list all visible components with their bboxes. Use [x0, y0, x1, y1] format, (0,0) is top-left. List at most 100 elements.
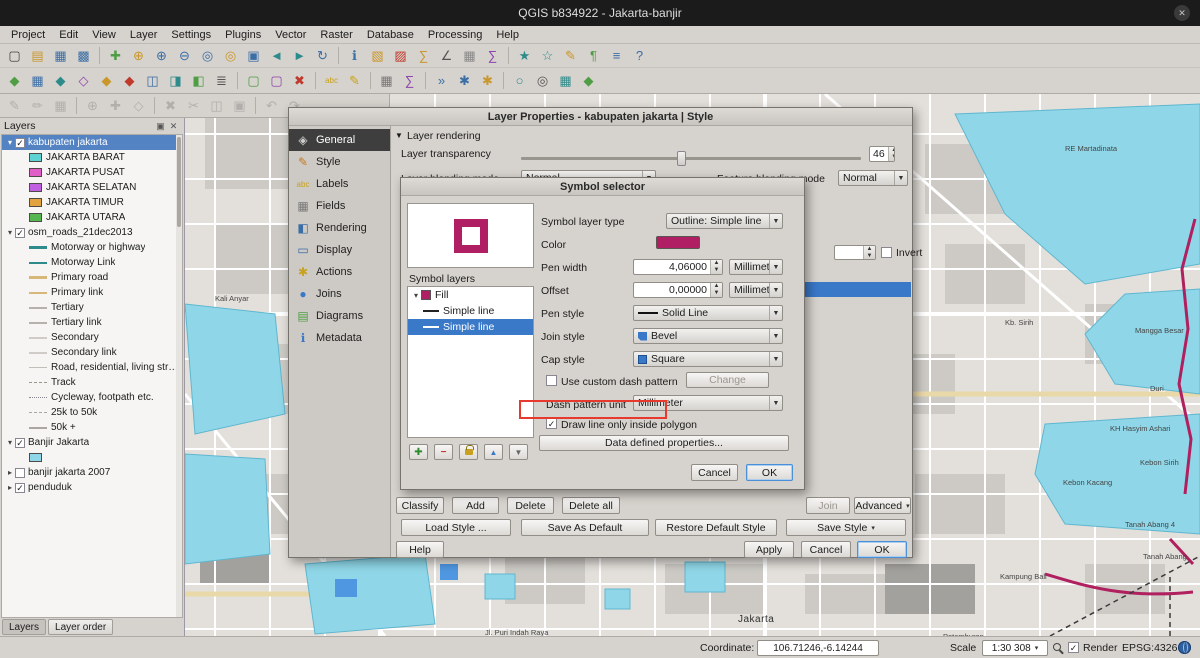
lp-cancel-button[interactable]: Cancel — [801, 541, 851, 558]
layer-item-jakarta-selatan[interactable]: JAKARTA SELATAN — [2, 180, 182, 195]
lp-nav-style[interactable]: ✎Style — [289, 151, 390, 173]
spin-arrows[interactable]: ▲▼ — [863, 246, 875, 259]
panel-close-icon[interactable]: ✕ — [167, 121, 180, 132]
symbol-ok-button[interactable]: OK — [746, 464, 793, 481]
add-wfs-layer-icon[interactable]: ◧ — [188, 70, 209, 91]
spin-arrows[interactable]: ▲▼ — [710, 260, 722, 274]
delete-button[interactable]: Delete — [507, 497, 554, 514]
expander-icon[interactable]: ▾ — [5, 138, 15, 147]
color-ramp-steps-spinbox[interactable]: ▲▼ — [834, 245, 876, 260]
lp-ok-button[interactable]: OK — [857, 541, 907, 558]
node-tool-icon[interactable]: ◇ — [128, 95, 149, 116]
help-contents-icon[interactable]: ? — [629, 45, 650, 66]
data-defined-properties-button[interactable]: Data defined properties... — [539, 435, 789, 451]
symbol-layer-fill[interactable]: ▾Fill — [408, 287, 533, 303]
measure-line-icon[interactable]: ∠ — [436, 45, 457, 66]
map-tips-icon[interactable]: ¶ — [583, 45, 604, 66]
lp-nav-fields[interactable]: ▦Fields — [289, 195, 390, 217]
label-settings-icon[interactable]: ✎ — [344, 70, 365, 91]
python-scripts-icon[interactable]: » — [431, 70, 452, 91]
tab-layers[interactable]: Layers — [2, 619, 46, 635]
menu-layer[interactable]: Layer — [123, 28, 165, 42]
dropdown-arrow-icon[interactable]: ▼ — [769, 260, 782, 274]
help-button[interactable]: Help — [396, 541, 444, 558]
menu-edit[interactable]: Edit — [52, 28, 85, 42]
offset-spinbox[interactable]: 0,00000 ▲▼ — [633, 282, 723, 298]
current-edits-icon[interactable]: ✎ — [4, 95, 25, 116]
move-layer-up-icon[interactable]: ▲ — [484, 444, 503, 460]
lock-color-icon[interactable] — [459, 444, 478, 460]
layer-checkbox[interactable]: ✓ — [15, 138, 25, 148]
symbol-cancel-button[interactable]: Cancel — [691, 464, 738, 481]
layer-transparency-spinbox[interactable]: 46 ▲▼ — [869, 146, 895, 162]
undo-icon[interactable]: ↶ — [261, 95, 282, 116]
save-as-default-button[interactable]: Save As Default — [521, 519, 649, 536]
plugin-manager-icon[interactable]: ✱ — [454, 70, 475, 91]
lp-nav-diagrams[interactable]: ▤Diagrams — [289, 305, 390, 327]
offset-unit-dropdown[interactable]: Millimeter▼ — [729, 282, 783, 298]
layer-item-25k-to-50k[interactable]: 25k to 50k — [2, 405, 182, 420]
layer-item-banjir-jakarta-2007[interactable]: ▸banjir jakarta 2007 — [2, 465, 182, 480]
add-vector-layer-icon[interactable]: ◆ — [4, 70, 25, 91]
expander-icon[interactable]: ▾ — [411, 291, 421, 300]
layer-item-banjir-jakarta[interactable]: ▾✓Banjir Jakarta — [2, 435, 182, 450]
spin-arrows[interactable]: ▲▼ — [710, 283, 722, 297]
zoom-next-icon[interactable]: ► — [289, 45, 310, 66]
select-features-icon[interactable]: ▧ — [367, 45, 388, 66]
field-calculator-icon[interactable]: ∑ — [482, 45, 503, 66]
open-attribute-table-icon[interactable]: ▦ — [459, 45, 480, 66]
osm-tools-icon[interactable]: ○ — [509, 70, 530, 91]
layer-item-road-residential-living-street-etc[interactable]: Road, residential, living street, etc. — [2, 360, 182, 375]
layer-properties-titlebar[interactable]: Layer Properties - kabupaten jakarta | S… — [289, 108, 912, 126]
lp-nav-metadata[interactable]: ℹMetadata — [289, 327, 390, 349]
add-oracle-layer-icon[interactable]: ◆ — [119, 70, 140, 91]
save-project-as-icon[interactable]: ▩ — [73, 45, 94, 66]
dropdown-arrow-icon[interactable]: ▼ — [769, 214, 782, 228]
processing-toolbox-icon[interactable]: ✱ — [477, 70, 498, 91]
apply-button[interactable]: Apply — [744, 541, 794, 558]
lp-nav-general[interactable]: ◈General — [289, 129, 390, 151]
zoom-to-layer-icon[interactable]: ▣ — [243, 45, 264, 66]
use-custom-dash-checkbox[interactable] — [546, 375, 557, 386]
panel-options-icon[interactable]: ▣ — [154, 121, 167, 132]
layer-item-cycleway-footpath-etc[interactable]: Cycleway, footpath etc. — [2, 390, 182, 405]
lp-nav-display[interactable]: ▭Display — [289, 239, 390, 261]
refresh-map-icon[interactable]: ↻ — [312, 45, 333, 66]
cap-style-dropdown[interactable]: Square▼ — [633, 351, 783, 367]
delete-all-button[interactable]: Delete all — [562, 497, 620, 514]
labeling-icon[interactable]: abc — [321, 70, 342, 91]
zoom-last-icon[interactable]: ◄ — [266, 45, 287, 66]
attribute-table-icon[interactable]: ▦ — [376, 70, 397, 91]
menu-processing[interactable]: Processing — [421, 28, 489, 42]
spin-arrows[interactable]: ▲▼ — [888, 147, 895, 161]
draw-inside-checkbox[interactable]: ✓ — [546, 418, 557, 429]
layer-item-track[interactable]: Track — [2, 375, 182, 390]
add-spatialite-layer-icon[interactable]: ◇ — [73, 70, 94, 91]
add-feature-icon[interactable]: ⊕ — [82, 95, 103, 116]
show-bookmarks-icon[interactable]: ☆ — [537, 45, 558, 66]
layer-item-primary-road[interactable]: Primary road — [2, 270, 182, 285]
layer-checkbox[interactable]: ✓ — [15, 438, 25, 448]
pen-width-unit-dropdown[interactable]: Millimeter▼ — [729, 259, 783, 275]
add-wms-layer-icon[interactable]: ◫ — [142, 70, 163, 91]
dropdown-arrow-icon[interactable]: ▼ — [769, 283, 782, 297]
copy-features-icon[interactable]: ◫ — [206, 95, 227, 116]
menu-help[interactable]: Help — [489, 28, 526, 42]
feature-blending-dropdown[interactable]: Normal▼ — [838, 170, 908, 186]
remove-layer-icon[interactable]: ✖ — [289, 70, 310, 91]
symbol-layer-type-dropdown[interactable]: Outline: Simple line▼ — [666, 213, 783, 229]
change-dash-button[interactable]: Change — [686, 372, 769, 388]
menu-raster[interactable]: Raster — [313, 28, 359, 42]
georeferencer-icon[interactable]: ▦ — [555, 70, 576, 91]
invert-checkbox[interactable] — [881, 247, 892, 258]
add-postgis-layer-icon[interactable]: ◆ — [50, 70, 71, 91]
layer-item-kabupaten-jakarta[interactable]: ▾✓kabupaten jakarta — [2, 135, 182, 150]
layer-item-jakarta-timur[interactable]: JAKARTA TIMUR — [2, 195, 182, 210]
new-bookmark-icon[interactable]: ★ — [514, 45, 535, 66]
layer-item-jakarta-utara[interactable]: JAKARTA UTARA — [2, 210, 182, 225]
layer-item-secondary[interactable]: Secondary — [2, 330, 182, 345]
add-mssql-layer-icon[interactable]: ◆ — [96, 70, 117, 91]
layer-item-swatch[interactable] — [2, 450, 182, 465]
zoom-to-selection-icon[interactable]: ◎ — [220, 45, 241, 66]
layer-checkbox[interactable]: ✓ — [15, 228, 25, 238]
